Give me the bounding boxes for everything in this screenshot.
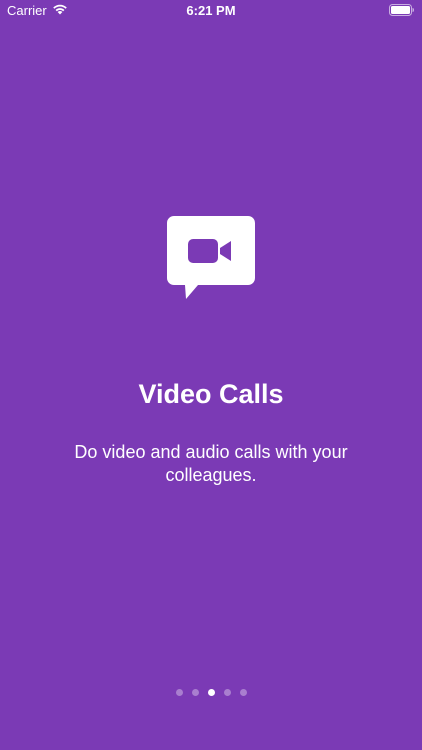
video-chat-bubble-icon	[167, 216, 255, 299]
onboarding-screen: Carrier 6:21 PM Video Calls Do video and…	[0, 0, 422, 750]
page-title: Video Calls	[138, 379, 284, 409]
page-dot-1[interactable]	[175, 689, 183, 696]
page-description: Do video and audio calls with your colle…	[74, 442, 348, 485]
page-dot-5[interactable]	[239, 689, 247, 696]
page-control[interactable]	[0, 689, 422, 699]
status-time: 6:21 PM	[186, 3, 236, 18]
battery-icon	[389, 4, 414, 16]
page-dot-3-active[interactable]	[207, 689, 215, 696]
page-dot-2[interactable]	[191, 689, 199, 696]
status-bar: Carrier 6:21 PM	[0, 0, 422, 22]
page-dot-4[interactable]	[223, 689, 231, 696]
